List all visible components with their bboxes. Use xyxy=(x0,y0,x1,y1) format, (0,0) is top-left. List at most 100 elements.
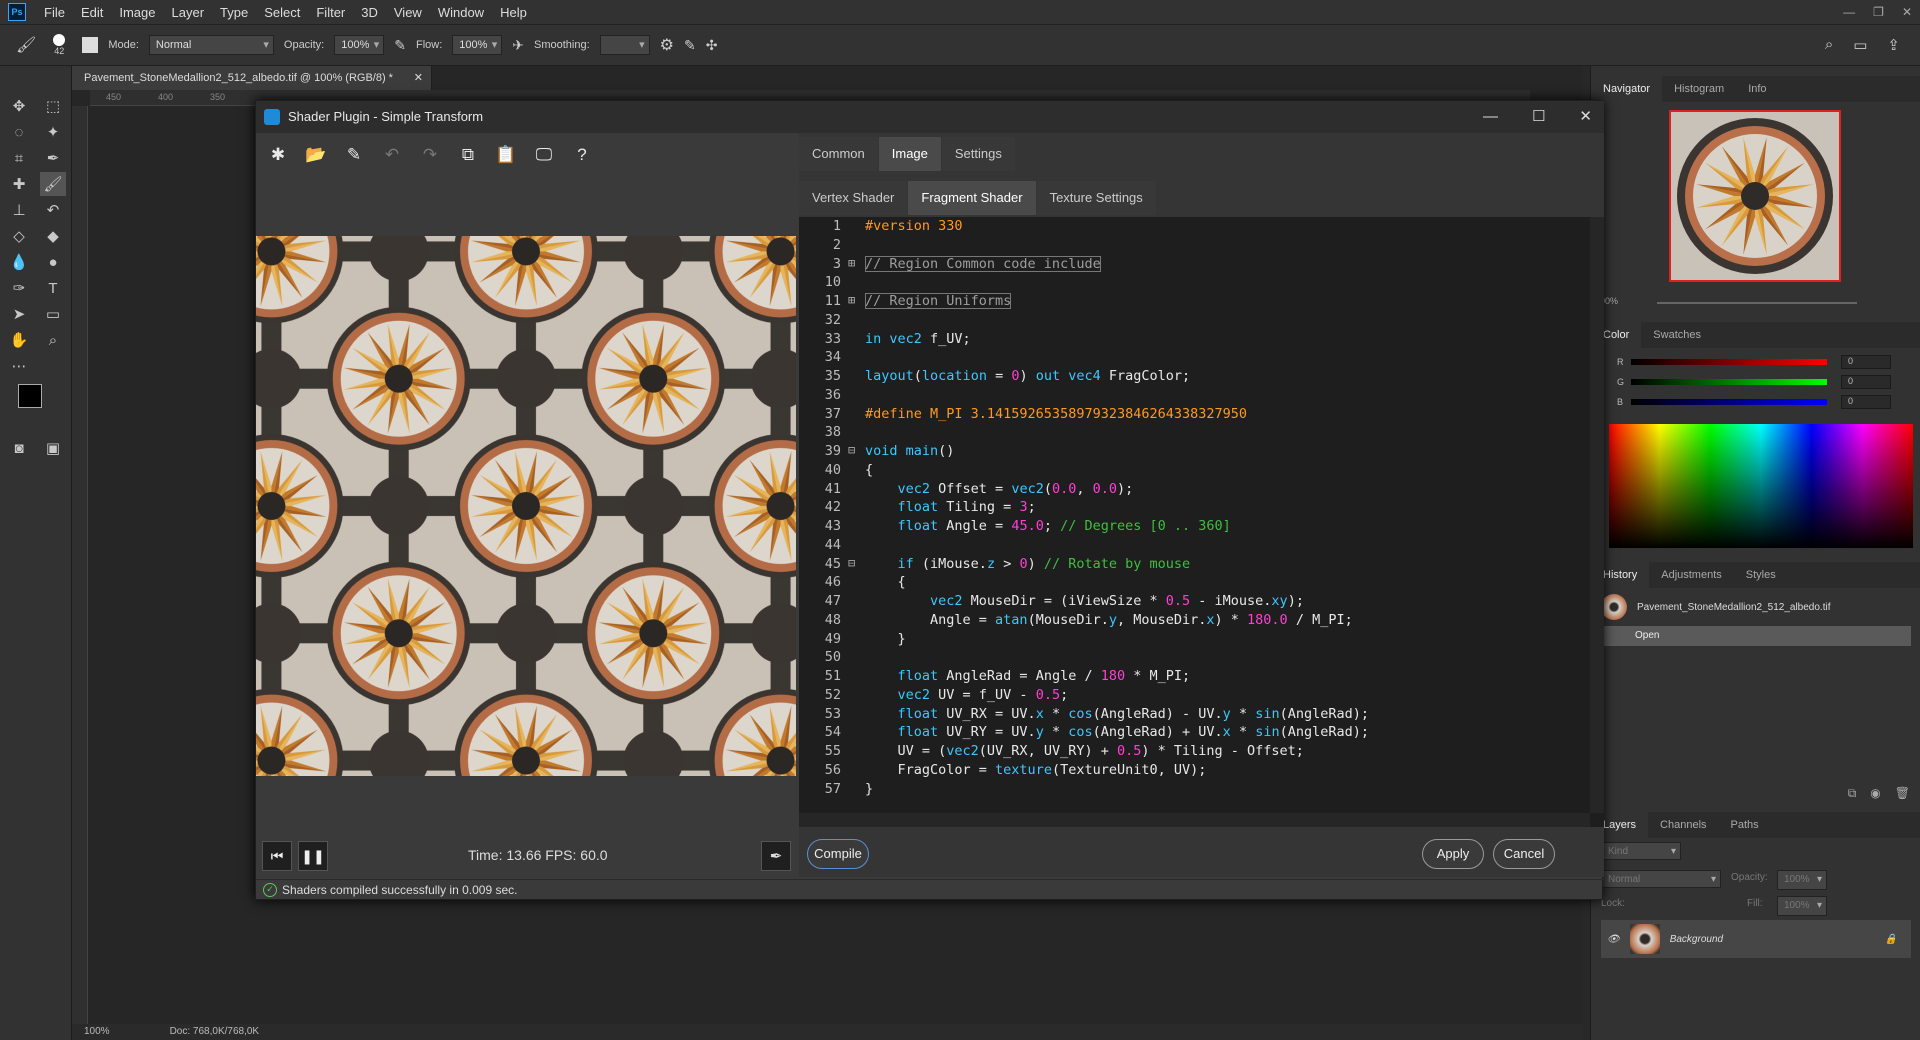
channel-value[interactable]: 0 xyxy=(1841,355,1891,369)
zoom-level[interactable]: 100% xyxy=(84,1024,110,1040)
help-icon[interactable]: ? xyxy=(568,141,596,169)
path-selection-icon[interactable]: ➤ xyxy=(6,302,32,326)
horizontal-scrollbar[interactable] xyxy=(799,813,1590,827)
code-editor[interactable]: 1 2 3 10 11 32 33 34 35 36 37 38 39 40 41 42 43 44 45 46 47 4… xyxy=(799,217,1604,827)
color-spectrum[interactable] xyxy=(1609,424,1913,548)
new-document-icon[interactable]: ⧉ xyxy=(1848,786,1857,801)
menu-edit[interactable]: Edit xyxy=(73,5,111,20)
monitor-icon[interactable]: 🖵 xyxy=(530,141,558,169)
eyedropper-tool-icon[interactable]: ✒ xyxy=(40,146,66,170)
paste-icon[interactable]: 📋 xyxy=(492,141,520,169)
fold-toggle-icon[interactable]: ⊞ xyxy=(848,293,855,307)
rectangle-tool-icon[interactable]: ▭ xyxy=(40,302,66,326)
brush-tool-icon[interactable]: 🖌 xyxy=(16,35,36,55)
menu-help[interactable]: Help xyxy=(492,5,535,20)
zoom-tool-icon[interactable]: ⌕ xyxy=(40,328,66,352)
apply-button[interactable]: Apply xyxy=(1422,839,1484,869)
minimize-icon[interactable]: — xyxy=(1843,0,1855,24)
menu-filter[interactable]: Filter xyxy=(308,5,353,20)
document-tab[interactable]: Pavement_StoneMedallion2_512_albedo.tif … xyxy=(72,66,432,90)
mode-select[interactable]: Normal xyxy=(148,35,274,55)
eye-icon[interactable]: 👁 xyxy=(1607,934,1620,945)
layer-opacity-field[interactable]: 100% xyxy=(1777,870,1827,890)
gear-icon[interactable]: ⚙ xyxy=(660,35,674,55)
pen-tool-icon[interactable]: ✑ xyxy=(6,276,32,300)
marquee-tool-icon[interactable]: ⬚ xyxy=(40,94,66,118)
compile-button[interactable]: Compile xyxy=(807,839,869,869)
close-icon[interactable]: ✕ xyxy=(1902,0,1912,24)
fold-toggle-icon[interactable]: ⊟ xyxy=(848,443,855,457)
tab-texture-settings[interactable]: Texture Settings xyxy=(1036,181,1156,215)
rewind-button[interactable]: ⏮ xyxy=(262,841,292,871)
type-tool-icon[interactable]: T xyxy=(40,276,66,300)
save-icon[interactable]: ✎ xyxy=(340,141,368,169)
crop-tool-icon[interactable]: ⌗ xyxy=(6,146,32,170)
move-tool-icon[interactable]: ✥ xyxy=(6,94,32,118)
menu-type[interactable]: Type xyxy=(212,5,256,20)
pressure-size-icon[interactable]: ✎ xyxy=(684,37,696,54)
pressure-opacity-icon[interactable]: ✎ xyxy=(394,37,406,54)
history-step-open[interactable]: Open xyxy=(1601,626,1911,646)
dodge-tool-icon[interactable]: ● xyxy=(40,250,66,274)
channel-slider[interactable] xyxy=(1631,379,1827,385)
fold-toggle-icon[interactable]: ⊞ xyxy=(848,256,855,270)
airbrush-icon[interactable]: ✈ xyxy=(512,37,524,54)
history-brush-icon[interactable]: ↶ xyxy=(40,198,66,222)
smoothing-field[interactable] xyxy=(599,35,650,55)
shader-preview[interactable] xyxy=(256,236,796,776)
menu-file[interactable]: File xyxy=(36,5,73,20)
share-icon[interactable]: ⇪ xyxy=(1887,36,1900,54)
layer-kind-filter[interactable]: Kind xyxy=(1601,842,1681,861)
copy-icon[interactable]: ⧉ xyxy=(454,141,482,169)
pause-button[interactable]: ❚❚ xyxy=(298,841,328,871)
tab-styles[interactable]: Styles xyxy=(1734,562,1788,588)
paint-bucket-icon[interactable]: ◆ xyxy=(40,224,66,248)
channel-value[interactable]: 0 xyxy=(1841,395,1891,409)
close-tab-icon[interactable]: ✕ xyxy=(414,66,423,90)
menu-image[interactable]: Image xyxy=(111,5,163,20)
tab-fragment-shader[interactable]: Fragment Shader xyxy=(908,181,1036,215)
history-snapshot[interactable]: Pavement_StoneMedallion2_512_albedo.tif xyxy=(1601,592,1911,622)
tab-common[interactable]: Common xyxy=(799,137,878,171)
open-folder-icon[interactable]: 📂 xyxy=(302,141,330,169)
brush-preset-picker[interactable]: 42 xyxy=(46,34,72,56)
menu-layer[interactable]: Layer xyxy=(164,5,213,20)
channel-slider[interactable] xyxy=(1631,399,1827,405)
redo-icon[interactable]: ↷ xyxy=(416,141,444,169)
magic-wand-icon[interactable]: ✦ xyxy=(40,120,66,144)
restore-icon[interactable]: ❐ xyxy=(1873,0,1884,24)
foreground-color-swatch[interactable] xyxy=(18,384,42,408)
tab-swatches[interactable]: Swatches xyxy=(1641,322,1713,348)
tab-info[interactable]: Info xyxy=(1736,76,1778,102)
hand-tool-icon[interactable]: ✋ xyxy=(6,328,32,352)
tab-vertex-shader[interactable]: Vertex Shader xyxy=(799,181,908,215)
opacity-field[interactable]: 100% xyxy=(334,35,385,55)
eyedropper-button[interactable]: ✒ xyxy=(761,841,791,871)
navigator-zoom-slider[interactable] xyxy=(1657,302,1857,304)
brush-panel-icon[interactable] xyxy=(82,37,99,53)
menu-3d[interactable]: 3D xyxy=(353,5,386,20)
undo-icon[interactable]: ↶ xyxy=(378,141,406,169)
doc-info[interactable]: Doc: 768,0K/768,0K xyxy=(170,1024,260,1040)
symmetry-icon[interactable]: ✣ xyxy=(706,37,718,54)
layer-row-background[interactable]: 👁 Background 🔒 xyxy=(1601,920,1911,958)
brush-tool-icon[interactable]: 🖌 xyxy=(40,172,66,196)
menu-window[interactable]: Window xyxy=(430,5,492,20)
tab-navigator[interactable]: Navigator xyxy=(1591,76,1663,102)
tab-histogram[interactable]: Histogram xyxy=(1662,76,1736,102)
tab-paths[interactable]: Paths xyxy=(1719,812,1771,838)
blur-tool-icon[interactable]: 💧 xyxy=(6,250,32,274)
blend-mode-select[interactable]: Normal xyxy=(1601,870,1721,889)
menu-select[interactable]: Select xyxy=(256,5,308,20)
camera-icon[interactable]: ◉ xyxy=(1870,786,1880,801)
tab-channels[interactable]: Channels xyxy=(1648,812,1718,838)
eraser-tool-icon[interactable]: ◇ xyxy=(6,224,32,248)
cancel-button[interactable]: Cancel xyxy=(1493,839,1555,869)
fold-toggle-icon[interactable]: ⊟ xyxy=(848,556,855,570)
tab-image[interactable]: Image xyxy=(878,137,941,171)
navigator-thumbnail[interactable] xyxy=(1669,110,1841,282)
trash-icon[interactable]: 🗑 xyxy=(1895,786,1910,801)
tab-settings[interactable]: Settings xyxy=(941,137,1015,171)
vertical-scrollbar[interactable] xyxy=(1590,217,1604,813)
dialog-minimize-icon[interactable]: — xyxy=(1483,101,1498,133)
